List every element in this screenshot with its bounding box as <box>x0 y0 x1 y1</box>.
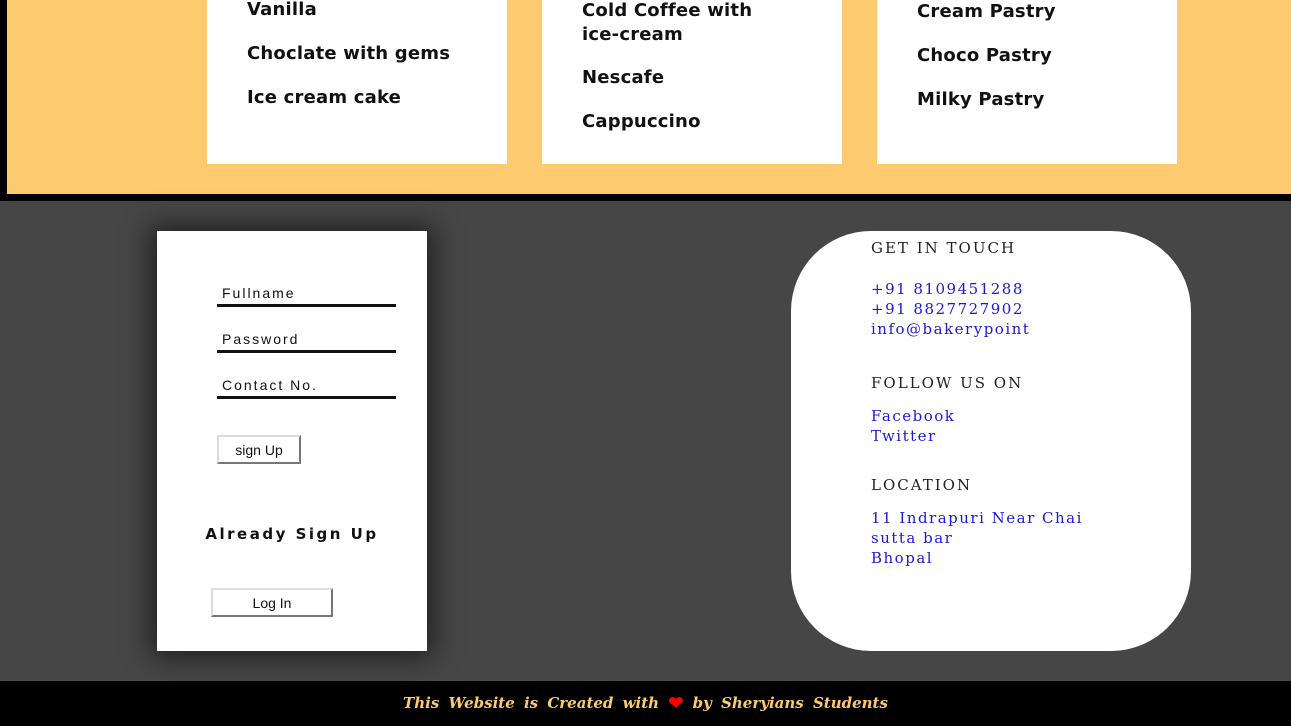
login-button[interactable]: Log In <box>211 588 333 617</box>
signup-form: sign Up Already Sign Up Log In <box>157 231 427 651</box>
menu-item[interactable]: Ice cream cake <box>247 86 467 110</box>
menu-item[interactable]: Choclate with gems <box>247 42 467 66</box>
menu-item[interactable]: Cappuccino <box>582 110 802 134</box>
footer-area: sign Up Already Sign Up Log In GET IN TO… <box>0 201 1291 681</box>
menu-card-coffee: Cold Coffee with ice-cream Nescafe Cappu… <box>542 0 842 164</box>
menu-item[interactable]: Cream Pastry <box>917 0 1137 24</box>
credit-text-after: by Sheryians Students <box>692 694 888 712</box>
fullname-input[interactable] <box>217 277 396 307</box>
menu-item[interactable]: Milky Pastry <box>917 88 1137 112</box>
credit-bar: This Website is Created with ❤ by Sheryi… <box>0 681 1291 726</box>
contact-number-input[interactable] <box>217 369 396 399</box>
heart-icon: ❤ <box>668 693 684 714</box>
menu-card-icecream: Vanilla Choclate with gems Ice cream cak… <box>207 0 507 164</box>
signup-button[interactable]: sign Up <box>217 435 301 464</box>
phone-link-1[interactable]: +91 8109451288 <box>871 279 1024 299</box>
credit-text-before: This Website is Created with <box>403 694 660 712</box>
menu-item[interactable]: Cold Coffee with ice-cream <box>582 0 782 47</box>
follow-us-heading: FOLLOW US ON <box>871 374 1024 392</box>
address-line-1[interactable]: 11 Indrapuri Near Chai <box>871 508 1083 528</box>
menu-item[interactable]: Choco Pastry <box>917 44 1137 68</box>
menu-item[interactable]: Nescafe <box>582 66 802 90</box>
email-link[interactable]: info@bakerypoint <box>871 319 1030 339</box>
menu-card-pastry: Cream Pastry Choco Pastry Milky Pastry <box>877 0 1177 164</box>
menu-section: Vanilla Choclate with gems Ice cream cak… <box>7 0 1291 194</box>
menu-item[interactable]: Vanilla <box>247 0 467 22</box>
password-input[interactable] <box>217 323 396 353</box>
already-signup-text: Already Sign Up <box>205 525 379 543</box>
address-line-3[interactable]: Bhopal <box>871 548 933 568</box>
phone-link-2[interactable]: +91 8827727902 <box>871 299 1024 319</box>
get-in-touch-heading: GET IN TOUCH <box>871 239 1017 257</box>
location-heading: LOCATION <box>871 476 973 494</box>
twitter-link[interactable]: Twitter <box>871 426 937 446</box>
contact-card: GET IN TOUCH +91 8109451288 +91 88277279… <box>791 231 1191 651</box>
address-line-2[interactable]: sutta bar <box>871 528 953 548</box>
facebook-link[interactable]: Facebook <box>871 406 955 426</box>
